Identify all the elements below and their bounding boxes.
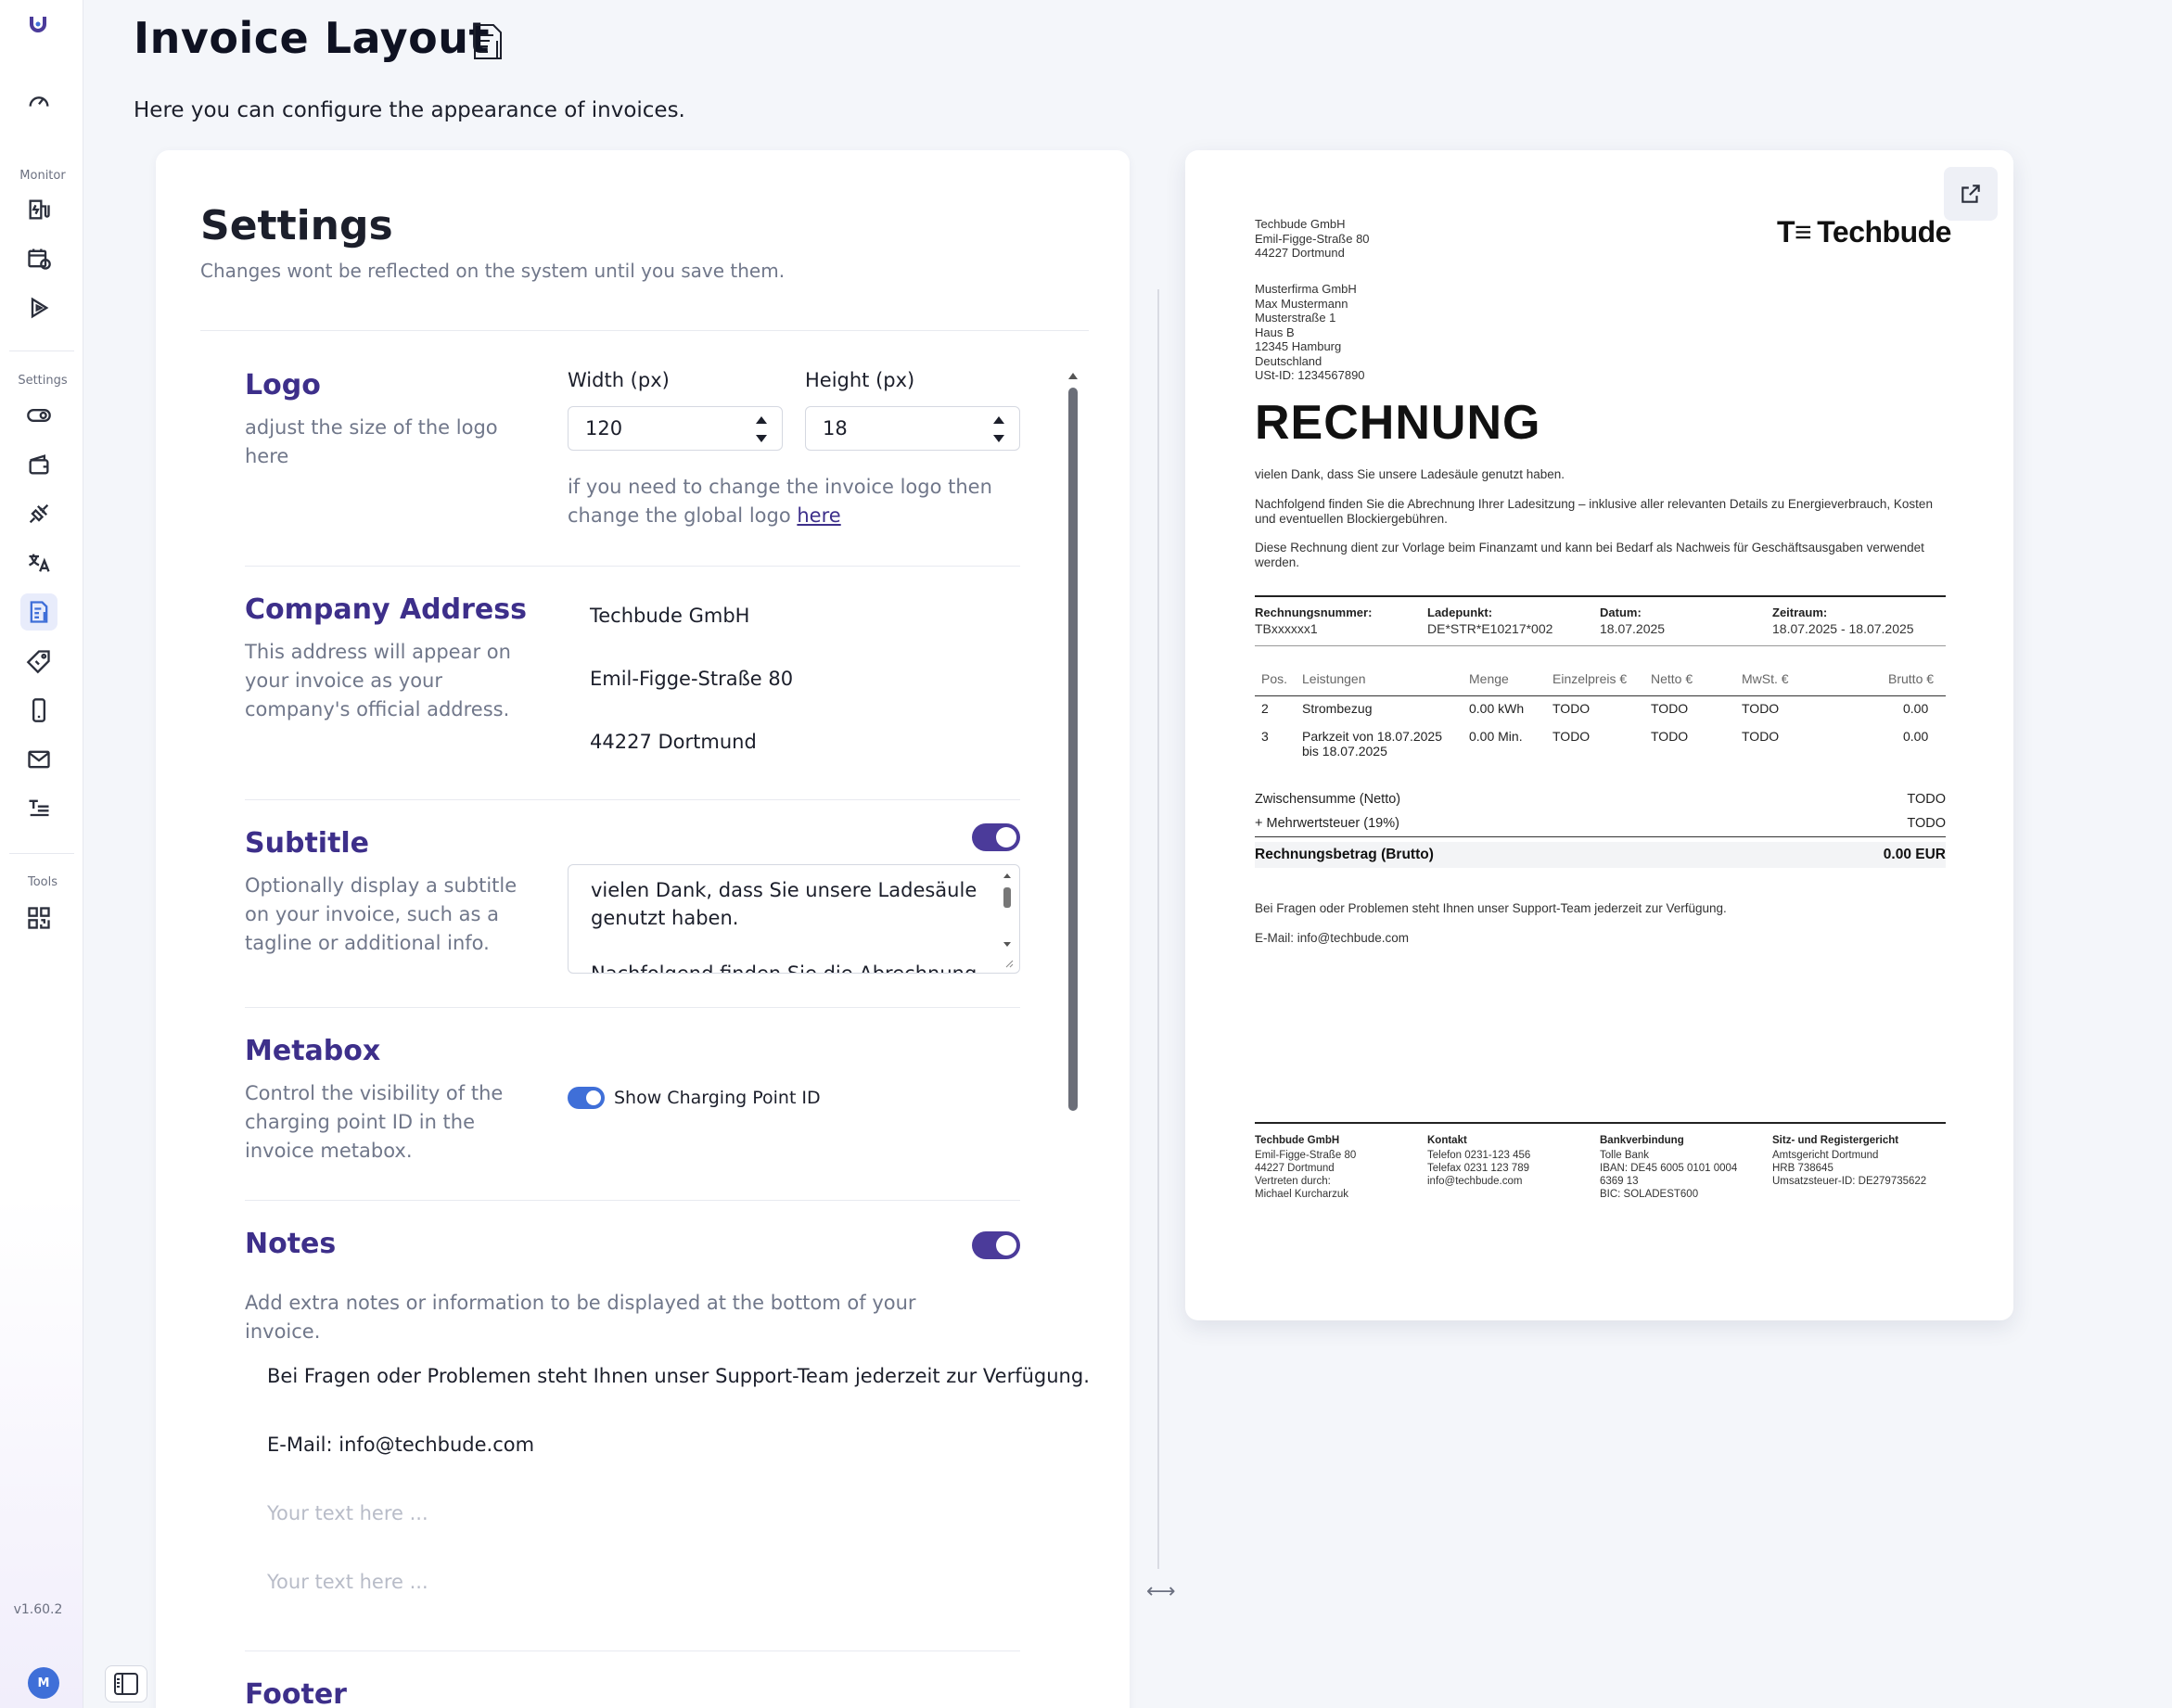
preview-vat: + Mehrwertsteuer (19%) TODO [1255, 816, 1946, 831]
external-link-icon [1961, 185, 1980, 203]
meta-label-period: Zeitraum: [1772, 605, 1828, 619]
sidebar: Monitor Settings Tools v1.60.2 M [0, 0, 83, 1708]
subtitle-textarea[interactable]: vielen Dank, dass Sie unsere Ladesäule g… [568, 864, 1020, 974]
preview-heading: RECHNUNG [1255, 396, 1541, 450]
meta-label-date: Datum: [1600, 605, 1642, 619]
invoice-icon[interactable] [20, 593, 57, 631]
table-header-unit-price: Einzelpreis € [1552, 671, 1628, 686]
dashboard-icon[interactable] [20, 83, 57, 121]
table-header-service: Leistungen [1302, 671, 1366, 686]
metabox-description: Control the visibility of the charging p… [245, 1082, 504, 1162]
charging-point-id-label: Show Charging Point ID [614, 1088, 821, 1108]
wallet-icon[interactable] [20, 446, 57, 483]
sidebar-section-tools: Tools [27, 875, 58, 889]
logo-width-input[interactable]: 120 [568, 406, 783, 451]
toggle-icon[interactable] [20, 397, 57, 434]
page-title: Invoice Layout [134, 13, 490, 63]
logo-section-title: Logo [245, 369, 321, 402]
sidebar-panel-icon [114, 1673, 138, 1695]
table-header-pos: Pos. [1261, 671, 1288, 686]
panel-resizer[interactable] [1157, 289, 1159, 1569]
notes-toggle[interactable] [972, 1231, 1020, 1259]
notes-line-4-placeholder[interactable]: Your text here ... [267, 1571, 428, 1593]
notes-line-3-placeholder[interactable]: Your text here ... [267, 1502, 428, 1524]
textarea-scrollbar[interactable] [1001, 869, 1014, 969]
subtitle-toggle[interactable] [972, 823, 1020, 851]
preview-recipient-address: Musterfirma GmbH Max Mustermann Musterst… [1255, 282, 1365, 382]
table-header-net: Netto € [1651, 671, 1693, 686]
meta-value-invoice-number: TBxxxxxx1 [1255, 621, 1318, 636]
preview-company-logo: T≡ Techbude [1777, 215, 1951, 249]
meta-value-period: 18.07.2025 - 18.07.2025 [1772, 621, 1914, 636]
logo-section-description: adjust the size of the logo here [245, 416, 498, 467]
notes-title: Notes [245, 1228, 337, 1260]
preview-note-2: E-Mail: info@techbude.com [1255, 931, 1410, 945]
logo-width-label: Width (px) [568, 369, 670, 391]
sidebar-collapse-button[interactable] [105, 1665, 147, 1702]
invoice-preview: Techbude GmbH Emil-Figge-Straße 80 44227… [1185, 150, 2013, 1320]
scroll-up-icon[interactable] [1067, 369, 1080, 382]
company-address-line-1[interactable]: Techbude GmbH [590, 605, 749, 627]
charging-station-icon[interactable] [20, 191, 57, 228]
footer-title: Footer [245, 1678, 347, 1708]
meta-label-invoice-number: Rechnungsnummer: [1255, 605, 1373, 619]
metabox-title: Metabox [245, 1035, 381, 1067]
company-address-description: This address will appear on your invoice… [245, 641, 511, 720]
stepper-arrows-icon[interactable] [754, 411, 769, 448]
tag-icon[interactable] [20, 643, 57, 680]
notes-description: Add extra notes or information to be dis… [245, 1292, 916, 1343]
notes-line-2[interactable]: E-Mail: info@techbude.com [267, 1434, 534, 1456]
company-address-line-2[interactable]: Emil-Figge-Straße 80 [590, 668, 793, 690]
user-avatar[interactable]: M [28, 1667, 59, 1699]
resize-horizontal-icon[interactable]: ⟷ [1146, 1580, 1176, 1603]
table-header-gross: Brutto € [1888, 671, 1935, 686]
settings-subtitle: Changes wont be reflected on the system … [200, 260, 786, 282]
meta-value-date: 18.07.2025 [1600, 621, 1666, 636]
preview-subtitle: vielen Dank, dass Sie unsere Ladesäule g… [1255, 467, 1565, 481]
logo-height-label: Height (px) [805, 369, 915, 391]
preview-paragraph-1: Nachfolgend finden Sie die Abrechnung Ih… [1255, 497, 1933, 526]
page-description: Here you can configure the appearance of… [134, 98, 685, 122]
translate-icon[interactable] [20, 544, 57, 581]
settings-card: Settings Changes wont be reflected on th… [156, 150, 1130, 1708]
preview-note-1: Bei Fragen oder Problemen steht Ihnen un… [1255, 901, 1727, 915]
open-preview-button[interactable] [1944, 167, 1998, 221]
company-address-title: Company Address [245, 593, 527, 626]
plug-icon[interactable] [20, 495, 57, 532]
notes-line-1[interactable]: Bei Fragen oder Problemen steht Ihnen un… [267, 1365, 1090, 1387]
preview-total: Rechnungsbetrag (Brutto) 0.00 EUR [1255, 842, 1946, 868]
global-logo-link[interactable]: here [797, 504, 840, 527]
calendar-icon[interactable] [20, 240, 57, 277]
stepper-arrows-icon[interactable] [991, 411, 1006, 448]
app-logo-icon[interactable] [28, 13, 48, 33]
meta-label-charging-point: Ladepunkt: [1427, 605, 1493, 619]
mail-icon[interactable] [20, 741, 57, 778]
meta-value-charging-point: DE*STR*E10217*002 [1427, 621, 1553, 636]
charging-point-id-toggle[interactable] [568, 1087, 605, 1109]
sidebar-section-settings: Settings [18, 374, 68, 388]
app-version: v1.60.2 [13, 1602, 63, 1617]
subtitle-section-title: Subtitle [245, 827, 370, 860]
table-header-qty: Menge [1469, 671, 1509, 686]
preview-subtotal: Zwischensumme (Netto) TODO [1255, 792, 1946, 807]
invoice-icon [471, 22, 506, 61]
subtitle-section-description: Optionally display a subtitle on your in… [245, 874, 517, 954]
play-icon[interactable] [20, 289, 57, 326]
table-header-vat: MwSt. € [1742, 671, 1789, 686]
sidebar-section-monitor: Monitor [19, 169, 66, 183]
settings-scrollbar[interactable] [1067, 369, 1080, 1708]
preview-paragraph-2: Diese Rechnung dient zur Vorlage beim Fi… [1255, 541, 1924, 569]
logo-change-note: if you need to change the invoice logo t… [568, 476, 992, 527]
text-list-icon[interactable] [20, 790, 57, 827]
preview-sender-address: Techbude GmbH Emil-Figge-Straße 80 44227… [1255, 217, 1370, 260]
mobile-icon[interactable] [20, 692, 57, 729]
company-address-line-3[interactable]: 44227 Dortmund [590, 731, 757, 753]
settings-title: Settings [200, 202, 393, 249]
scrollbar-thumb[interactable] [1068, 388, 1078, 1111]
logo-height-input[interactable]: 18 [805, 406, 1020, 451]
qr-code-icon[interactable] [20, 899, 57, 937]
